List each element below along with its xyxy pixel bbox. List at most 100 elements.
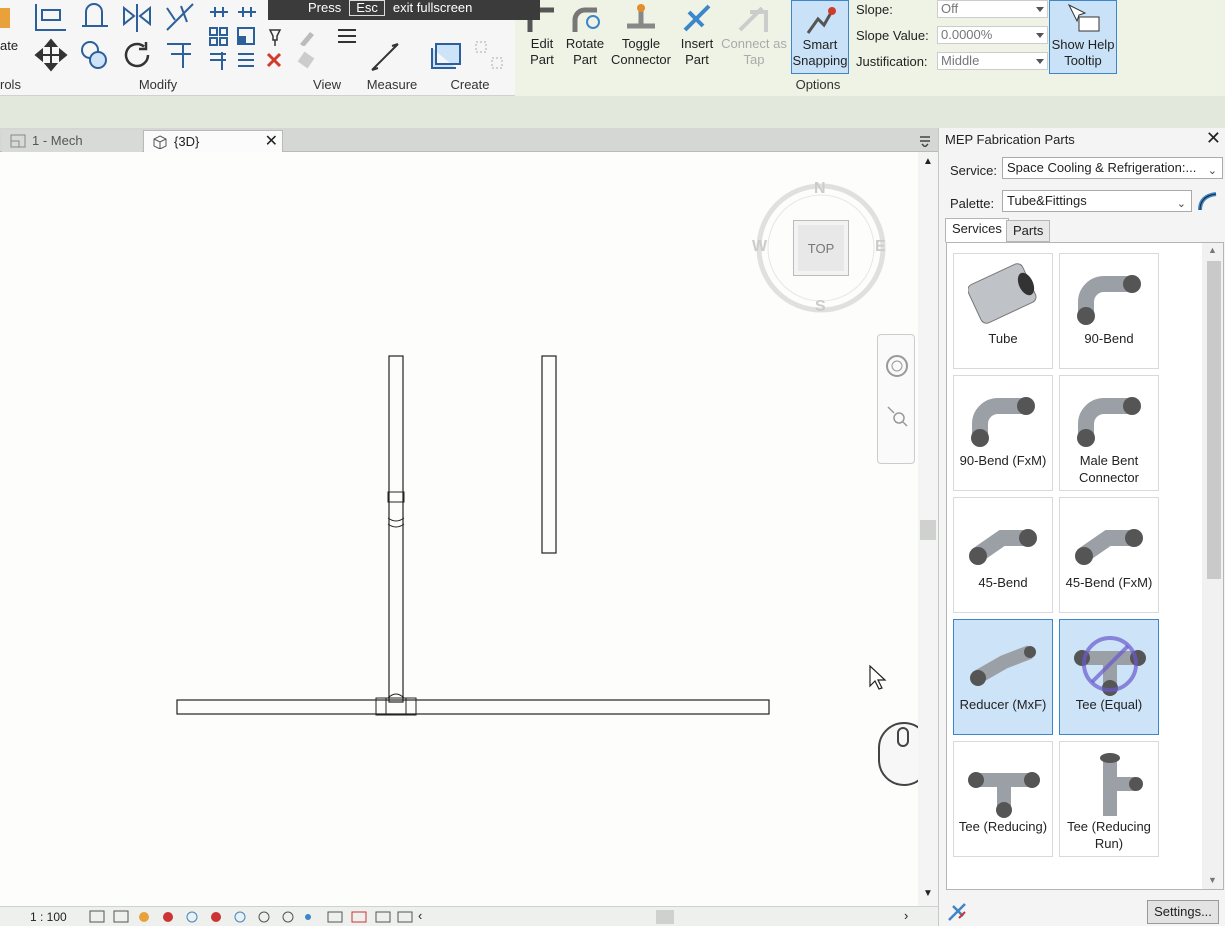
thin-lines-icon[interactable] xyxy=(336,26,358,46)
slope-value-dropdown[interactable]: 0.0000% xyxy=(937,26,1048,44)
tab-services[interactable]: Services xyxy=(945,218,1009,243)
create-group-icon[interactable] xyxy=(472,38,508,74)
edit-part-label-2: Part xyxy=(530,52,554,67)
scroll-right-icon[interactable]: › xyxy=(904,908,908,923)
fullscreen-banner: Press Esc exit fullscreen xyxy=(268,0,540,20)
tab-3d[interactable]: {3D} ✕ xyxy=(143,130,283,152)
part-tile[interactable]: 90-Bend xyxy=(1059,253,1159,369)
filter-parts-icon[interactable] xyxy=(1196,188,1222,214)
parts-scrollbar[interactable]: ▲ ▼ xyxy=(1202,243,1223,889)
viewcube-top-face[interactable]: TOP xyxy=(793,220,849,276)
offset-icon[interactable] xyxy=(78,2,112,32)
move-icon[interactable] xyxy=(34,38,68,72)
close-icon[interactable]: ✕ xyxy=(265,131,278,153)
part-tile[interactable]: Tee (Equal) xyxy=(1059,619,1159,735)
canvas-vertical-scrollbar[interactable]: ▲ ▼ xyxy=(918,152,938,906)
slope-dropdown[interactable]: Off xyxy=(937,0,1048,18)
rotate-icon[interactable] xyxy=(120,38,154,72)
part-tile[interactable]: 45-Bend (FxM) xyxy=(1059,497,1159,613)
panel-label-modify: Modify xyxy=(138,77,178,92)
part-tile[interactable]: Reducer (MxF) xyxy=(953,619,1053,735)
tab-1-mech[interactable]: 1 - Mech xyxy=(2,130,142,152)
insert-part-label-1: Insert xyxy=(680,36,714,51)
paste-icon[interactable] xyxy=(0,2,12,32)
part-name: 90-Bend xyxy=(1084,331,1134,346)
panel-label-create: Create xyxy=(450,77,490,92)
create-assembly-icon[interactable] xyxy=(430,38,470,74)
drawing-canvas[interactable]: TOP N S E W xyxy=(0,152,930,906)
rotate-part-button[interactable]: Rotate Part xyxy=(563,2,607,68)
part-tile[interactable]: Tube xyxy=(953,253,1053,369)
eraser-icon[interactable] xyxy=(296,50,318,70)
insert-part-button[interactable]: Insert Part xyxy=(676,2,718,68)
viewcube[interactable]: TOP N S E W xyxy=(752,180,886,320)
compass-north[interactable]: N xyxy=(814,180,826,198)
settings-edit-icon[interactable] xyxy=(947,902,969,922)
mirror-draw-axis-icon[interactable] xyxy=(163,2,197,32)
panel-label-measure: Measure xyxy=(366,77,418,92)
offset-multiple-icon[interactable] xyxy=(236,50,258,70)
close-icon[interactable]: ✕ xyxy=(1206,128,1221,149)
part-image-icon xyxy=(971,397,1035,447)
slope-label: Slope: xyxy=(856,2,893,17)
smart-snapping-button[interactable]: Smart Snapping xyxy=(791,0,849,74)
split-with-gap-icon[interactable] xyxy=(236,2,258,22)
palette-dropdown[interactable]: Tube&Fittings ⌄ xyxy=(1002,190,1192,212)
scroll-down-icon[interactable]: ▼ xyxy=(1208,875,1217,885)
rotate-part-label-1: Rotate xyxy=(565,36,605,51)
paint-brush-icon[interactable] xyxy=(296,26,328,46)
part-tile[interactable]: Tee (Reducing) xyxy=(953,741,1053,857)
scroll-up-icon[interactable]: ▲ xyxy=(1208,245,1217,255)
service-label: Service: xyxy=(950,163,997,178)
part-tile[interactable]: 45-Bend xyxy=(953,497,1053,613)
parts-scroll-thumb[interactable] xyxy=(1207,261,1221,579)
array-icon[interactable] xyxy=(208,26,230,46)
part-tile[interactable]: 90-Bend (FxM) xyxy=(953,375,1053,491)
part-name: 45-Bend (FxM) xyxy=(1065,575,1153,590)
show-help-tooltip-label-1: Show Help xyxy=(1051,37,1115,52)
connect-as-tap-button[interactable]: Connect as Tap xyxy=(719,2,789,68)
mep-fabrication-parts-panel: MEP Fabrication Parts ✕ Service: Space C… xyxy=(938,128,1225,926)
scroll-left-icon[interactable]: ‹ xyxy=(418,908,422,923)
steering-wheel-icon[interactable] xyxy=(884,353,910,379)
part-tile[interactable]: Male Bent Connector xyxy=(1059,375,1159,491)
banner-post-text: exit fullscreen xyxy=(392,0,473,15)
trim-extend-icon[interactable] xyxy=(163,38,197,72)
scroll-thumb[interactable] xyxy=(920,520,936,540)
scroll-up-icon[interactable]: ▲ xyxy=(923,156,933,167)
delete-icon[interactable] xyxy=(264,50,286,70)
compass-south[interactable]: S xyxy=(815,298,826,316)
tab-parts[interactable]: Parts xyxy=(1006,220,1051,242)
ribbon-strip xyxy=(0,96,1225,128)
smart-snapping-icon xyxy=(806,7,836,34)
pin-icon[interactable] xyxy=(264,26,286,46)
view-control-icons[interactable] xyxy=(88,909,418,925)
measure-icon[interactable] xyxy=(368,40,412,74)
scroll-down-icon[interactable]: ▼ xyxy=(923,888,933,899)
vertical-pipe-2 xyxy=(541,355,557,554)
part-tile[interactable]: Tee (Reducing Run) xyxy=(1059,741,1159,857)
mirror-pick-axis-icon[interactable] xyxy=(120,2,154,32)
horizontal-scroll-thumb[interactable] xyxy=(656,910,674,924)
floor-plan-icon xyxy=(10,134,26,148)
compass-east[interactable]: E xyxy=(875,238,886,256)
toggle-connector-button[interactable]: Toggle Connector xyxy=(609,2,673,68)
mouse-cursor-icon xyxy=(869,664,887,690)
compass-west[interactable]: W xyxy=(752,238,767,256)
copy-icon[interactable] xyxy=(78,38,112,72)
trim-multiple-icon[interactable] xyxy=(208,50,230,70)
show-help-tooltip-button[interactable]: Show Help Tooltip xyxy=(1049,0,1117,74)
connect-as-tap-label-2: Tap xyxy=(743,52,765,67)
justification-dropdown[interactable]: Middle xyxy=(937,52,1048,70)
panel-label-view: View xyxy=(313,77,341,92)
scale-icon[interactable] xyxy=(236,26,258,46)
connect-as-tap-label-1: Connect as xyxy=(721,36,787,51)
tab-menu-icon[interactable] xyxy=(918,133,932,147)
settings-button[interactable]: Settings... xyxy=(1147,900,1219,924)
pipe-fitting-marks xyxy=(387,517,405,528)
align-icon[interactable] xyxy=(34,2,68,32)
zoom-icon[interactable] xyxy=(886,405,908,427)
split-element-icon[interactable] xyxy=(208,2,230,22)
view-scale[interactable]: 1 : 100 xyxy=(30,910,67,924)
service-dropdown[interactable]: Space Cooling & Refrigeration:... ⌄ xyxy=(1002,157,1223,179)
